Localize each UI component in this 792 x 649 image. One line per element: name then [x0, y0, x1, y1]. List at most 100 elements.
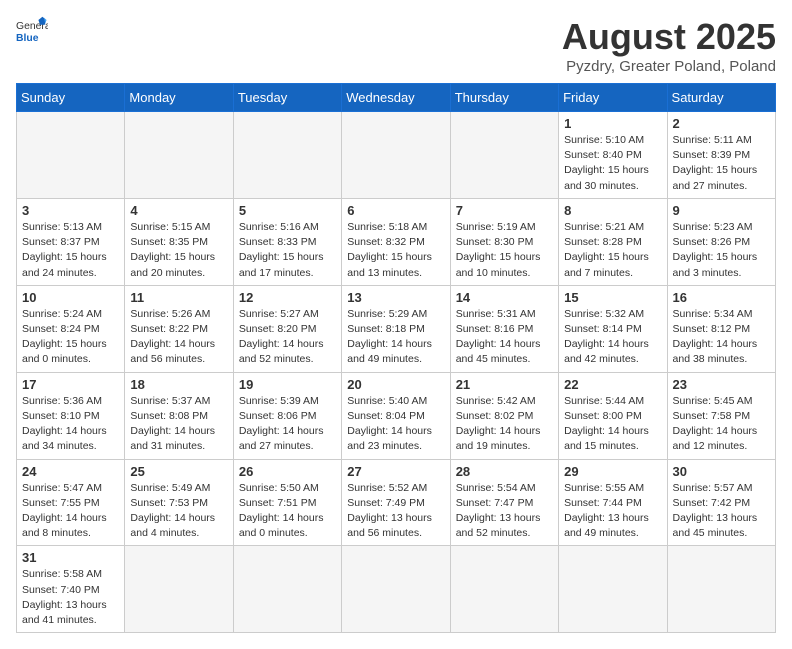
month-title: August 2025	[562, 16, 776, 58]
day-info: Sunrise: 5:40 AM Sunset: 8:04 PM Dayligh…	[347, 394, 444, 455]
day-number: 12	[239, 290, 336, 305]
calendar-day-cell: 9 Sunrise: 5:23 AM Sunset: 8:26 PM Daylig…	[667, 198, 775, 285]
day-number: 21	[456, 377, 553, 392]
calendar-day-cell: 26 Sunrise: 5:50 AM Sunset: 7:51 PM Dayli…	[233, 459, 341, 546]
calendar-week-row: 24 Sunrise: 5:47 AM Sunset: 7:55 PM Dayli…	[17, 459, 776, 546]
calendar-day-cell: 25 Sunrise: 5:49 AM Sunset: 7:53 PM Dayli…	[125, 459, 233, 546]
calendar-day-cell: 3 Sunrise: 5:13 AM Sunset: 8:37 PM Daylig…	[17, 198, 125, 285]
weekday-header-thursday: Thursday	[450, 84, 558, 112]
weekday-header-row: SundayMondayTuesdayWednesdayThursdayFrid…	[17, 84, 776, 112]
day-number: 4	[130, 203, 227, 218]
day-info: Sunrise: 5:31 AM Sunset: 8:16 PM Dayligh…	[456, 307, 553, 368]
day-info: Sunrise: 5:13 AM Sunset: 8:37 PM Dayligh…	[22, 220, 119, 281]
calendar-day-cell: 24 Sunrise: 5:47 AM Sunset: 7:55 PM Dayli…	[17, 459, 125, 546]
day-number: 1	[564, 116, 661, 131]
day-info: Sunrise: 5:44 AM Sunset: 8:00 PM Dayligh…	[564, 394, 661, 455]
weekday-header-tuesday: Tuesday	[233, 84, 341, 112]
day-info: Sunrise: 5:27 AM Sunset: 8:20 PM Dayligh…	[239, 307, 336, 368]
day-number: 13	[347, 290, 444, 305]
weekday-header-saturday: Saturday	[667, 84, 775, 112]
calendar-day-cell: 28Sunrise: 5:54 AM Sunset: 7:47 PM Dayli…	[450, 459, 558, 546]
day-number: 9	[673, 203, 770, 218]
day-info: Sunrise: 5:52 AM Sunset: 7:49 PM Dayligh…	[347, 481, 444, 542]
calendar-day-cell	[125, 112, 233, 199]
day-info: Sunrise: 5:23 AM Sunset: 8:26 PM Dayligh…	[673, 220, 770, 281]
day-number: 8	[564, 203, 661, 218]
calendar-day-cell: 21Sunrise: 5:42 AM Sunset: 8:02 PM Dayli…	[450, 372, 558, 459]
calendar-day-cell: 8 Sunrise: 5:21 AM Sunset: 8:28 PM Daylig…	[559, 198, 667, 285]
location-subtitle: Pyzdry, Greater Poland, Poland	[562, 58, 776, 75]
day-info: Sunrise: 5:54 AM Sunset: 7:47 PM Dayligh…	[456, 481, 553, 542]
day-info: Sunrise: 5:58 AM Sunset: 7:40 PM Dayligh…	[22, 567, 119, 628]
day-number: 7	[456, 203, 553, 218]
day-info: Sunrise: 5:55 AM Sunset: 7:44 PM Dayligh…	[564, 481, 661, 542]
day-info: Sunrise: 5:29 AM Sunset: 8:18 PM Dayligh…	[347, 307, 444, 368]
day-info: Sunrise: 5:18 AM Sunset: 8:32 PM Dayligh…	[347, 220, 444, 281]
day-number: 3	[22, 203, 119, 218]
calendar-table: SundayMondayTuesdayWednesdayThursdayFrid…	[16, 83, 776, 633]
day-number: 22	[564, 377, 661, 392]
calendar-day-cell: 18Sunrise: 5:37 AM Sunset: 8:08 PM Dayli…	[125, 372, 233, 459]
day-info: Sunrise: 5:50 AM Sunset: 7:51 PM Dayligh…	[239, 481, 336, 542]
weekday-header-wednesday: Wednesday	[342, 84, 450, 112]
day-info: Sunrise: 5:45 AM Sunset: 7:58 PM Dayligh…	[673, 394, 770, 455]
weekday-header-monday: Monday	[125, 84, 233, 112]
calendar-day-cell	[667, 546, 775, 633]
day-number: 20	[347, 377, 444, 392]
day-number: 10	[22, 290, 119, 305]
day-number: 26	[239, 464, 336, 479]
day-info: Sunrise: 5:15 AM Sunset: 8:35 PM Dayligh…	[130, 220, 227, 281]
day-info: Sunrise: 5:10 AM Sunset: 8:40 PM Dayligh…	[564, 133, 661, 194]
day-info: Sunrise: 5:32 AM Sunset: 8:14 PM Dayligh…	[564, 307, 661, 368]
title-block: August 2025 Pyzdry, Greater Poland, Pola…	[562, 16, 776, 75]
calendar-day-cell: 4 Sunrise: 5:15 AM Sunset: 8:35 PM Daylig…	[125, 198, 233, 285]
calendar-day-cell: 27 Sunrise: 5:52 AM Sunset: 7:49 PM Dayli…	[342, 459, 450, 546]
day-number: 30	[673, 464, 770, 479]
weekday-header-friday: Friday	[559, 84, 667, 112]
page-header: General Blue August 2025 Pyzdry, Greater…	[16, 16, 776, 75]
day-info: Sunrise: 5:47 AM Sunset: 7:55 PM Dayligh…	[22, 481, 119, 542]
calendar-day-cell	[450, 546, 558, 633]
day-info: Sunrise: 5:37 AM Sunset: 8:08 PM Dayligh…	[130, 394, 227, 455]
day-info: Sunrise: 5:39 AM Sunset: 8:06 PM Dayligh…	[239, 394, 336, 455]
calendar-day-cell: 19 Sunrise: 5:39 AM Sunset: 8:06 PM Dayli…	[233, 372, 341, 459]
day-number: 17	[22, 377, 119, 392]
calendar-day-cell	[450, 112, 558, 199]
calendar-day-cell: 7 Sunrise: 5:19 AM Sunset: 8:30 PM Daylig…	[450, 198, 558, 285]
day-info: Sunrise: 5:16 AM Sunset: 8:33 PM Dayligh…	[239, 220, 336, 281]
day-info: Sunrise: 5:21 AM Sunset: 8:28 PM Dayligh…	[564, 220, 661, 281]
day-number: 24	[22, 464, 119, 479]
calendar-day-cell: 12 Sunrise: 5:27 AM Sunset: 8:20 PM Dayli…	[233, 285, 341, 372]
calendar-day-cell: 11Sunrise: 5:26 AM Sunset: 8:22 PM Dayli…	[125, 285, 233, 372]
calendar-week-row: 17Sunrise: 5:36 AM Sunset: 8:10 PM Dayli…	[17, 372, 776, 459]
day-number: 16	[673, 290, 770, 305]
day-number: 31	[22, 550, 119, 565]
day-info: Sunrise: 5:19 AM Sunset: 8:30 PM Dayligh…	[456, 220, 553, 281]
calendar-day-cell	[233, 112, 341, 199]
day-info: Sunrise: 5:34 AM Sunset: 8:12 PM Dayligh…	[673, 307, 770, 368]
day-number: 14	[456, 290, 553, 305]
calendar-day-cell: 5Sunrise: 5:16 AM Sunset: 8:33 PM Daylig…	[233, 198, 341, 285]
calendar-day-cell	[233, 546, 341, 633]
day-number: 27	[347, 464, 444, 479]
calendar-day-cell: 10 Sunrise: 5:24 AM Sunset: 8:24 PM Dayli…	[17, 285, 125, 372]
calendar-day-cell	[125, 546, 233, 633]
day-info: Sunrise: 5:24 AM Sunset: 8:24 PM Dayligh…	[22, 307, 119, 368]
calendar-day-cell: 14 Sunrise: 5:31 AM Sunset: 8:16 PM Dayli…	[450, 285, 558, 372]
calendar-day-cell: 2Sunrise: 5:11 AM Sunset: 8:39 PM Daylig…	[667, 112, 775, 199]
calendar-day-cell: 29Sunrise: 5:55 AM Sunset: 7:44 PM Dayli…	[559, 459, 667, 546]
calendar-day-cell	[342, 546, 450, 633]
svg-text:Blue: Blue	[16, 33, 39, 44]
day-info: Sunrise: 5:49 AM Sunset: 7:53 PM Dayligh…	[130, 481, 227, 542]
day-number: 25	[130, 464, 227, 479]
day-info: Sunrise: 5:26 AM Sunset: 8:22 PM Dayligh…	[130, 307, 227, 368]
day-number: 2	[673, 116, 770, 131]
day-number: 19	[239, 377, 336, 392]
calendar-day-cell: 30Sunrise: 5:57 AM Sunset: 7:42 PM Dayli…	[667, 459, 775, 546]
calendar-week-row: 3 Sunrise: 5:13 AM Sunset: 8:37 PM Daylig…	[17, 198, 776, 285]
calendar-day-cell: 16 Sunrise: 5:34 AM Sunset: 8:12 PM Dayli…	[667, 285, 775, 372]
calendar-day-cell	[342, 112, 450, 199]
day-number: 23	[673, 377, 770, 392]
weekday-header-sunday: Sunday	[17, 84, 125, 112]
calendar-day-cell: 6Sunrise: 5:18 AM Sunset: 8:32 PM Daylig…	[342, 198, 450, 285]
